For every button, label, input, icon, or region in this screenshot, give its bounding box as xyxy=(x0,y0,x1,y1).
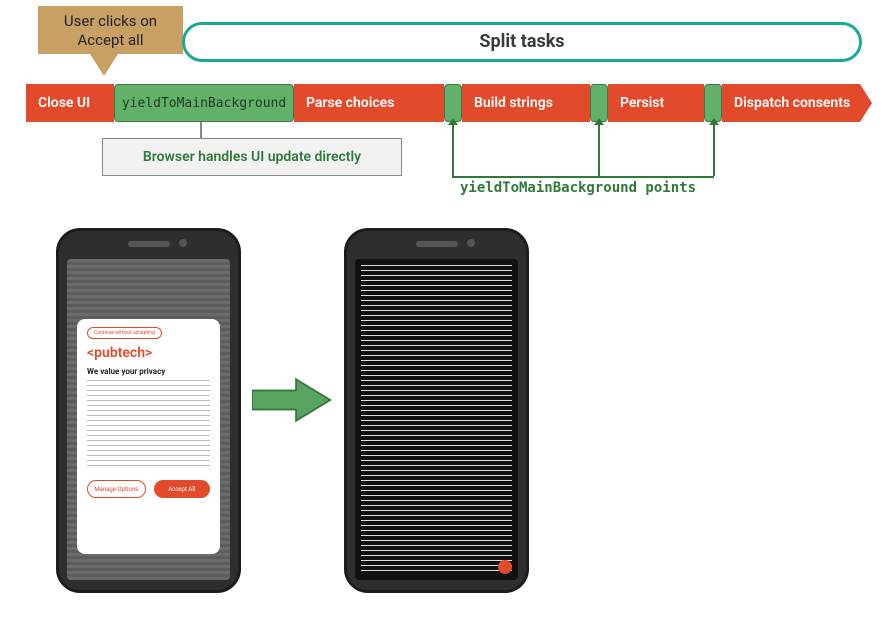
task-timeline: Close UI yieldToMainBackground Parse cho… xyxy=(26,84,872,122)
manage-options-label: Manage Options xyxy=(94,486,138,493)
phone-notch xyxy=(128,241,170,247)
consent-body-text xyxy=(87,380,210,470)
split-tasks-pill: Split tasks xyxy=(182,22,862,62)
yield-point-1 xyxy=(444,84,462,122)
callout-line-1: User clicks on xyxy=(64,12,157,30)
yield-point-3 xyxy=(704,84,722,122)
task-dispatch-consents: Dispatch consents xyxy=(722,84,860,122)
user-action-callout: User clicks on Accept all xyxy=(38,6,183,54)
task-close-ui-label: Close UI xyxy=(38,95,90,111)
yield-arrow-connector xyxy=(452,176,714,178)
yield-points-label: yieldToMainBackground points xyxy=(460,180,696,196)
phone-after-screen xyxy=(355,259,518,580)
callout-tail xyxy=(90,54,118,76)
phone-before-screen: Continue without accepting <pubtech> We … xyxy=(67,259,230,580)
task-build-strings-label: Build strings xyxy=(474,95,553,111)
status-dot-icon xyxy=(498,560,512,574)
task-close-ui: Close UI xyxy=(26,84,114,122)
phone-after xyxy=(344,228,529,593)
accept-all-button[interactable]: Accept All xyxy=(154,480,211,498)
browser-handles-label: Browser handles UI update directly xyxy=(143,149,361,165)
yield-arrow-1 xyxy=(452,124,454,176)
task-persist: Persist xyxy=(608,84,704,122)
phone-camera-dot xyxy=(467,239,475,247)
consent-headline: We value your privacy xyxy=(87,367,210,376)
yield-point-2 xyxy=(590,84,608,122)
consent-buttons-row: Manage Options Accept All xyxy=(87,480,210,498)
consent-dialog: Continue without accepting <pubtech> We … xyxy=(77,319,220,554)
task-persist-label: Persist xyxy=(620,95,664,111)
phone-before: Continue without accepting <pubtech> We … xyxy=(56,228,241,593)
callout-line-2: Accept all xyxy=(78,31,144,49)
page-content-text xyxy=(361,265,512,574)
browser-handles-box: Browser handles UI update directly xyxy=(102,138,402,176)
task-parse-choices: Parse choices xyxy=(294,84,444,122)
continue-without-pill[interactable]: Continue without accepting xyxy=(87,327,162,339)
vendor-logo: <pubtech> xyxy=(87,345,210,361)
yield-main-chip: yieldToMainBackground xyxy=(114,84,294,122)
split-tasks-label: Split tasks xyxy=(479,31,564,52)
task-build-strings: Build strings xyxy=(462,84,590,122)
task-parse-choices-label: Parse choices xyxy=(306,95,394,111)
manage-options-button[interactable]: Manage Options xyxy=(87,480,146,498)
transition-arrow-icon xyxy=(252,370,332,430)
accept-all-label: Accept All xyxy=(168,486,195,493)
phone-camera-dot xyxy=(179,239,187,247)
yield-arrow-3 xyxy=(713,124,715,176)
yield-arrow-2 xyxy=(598,124,600,176)
handles-connector xyxy=(200,122,202,138)
task-dispatch-consents-label: Dispatch consents xyxy=(734,95,850,111)
yield-main-chip-label: yieldToMainBackground xyxy=(122,96,286,111)
continue-without-label: Continue without accepting xyxy=(94,330,155,336)
phone-notch xyxy=(416,241,458,247)
yield-points-label-text: yieldToMainBackground points xyxy=(460,180,696,196)
